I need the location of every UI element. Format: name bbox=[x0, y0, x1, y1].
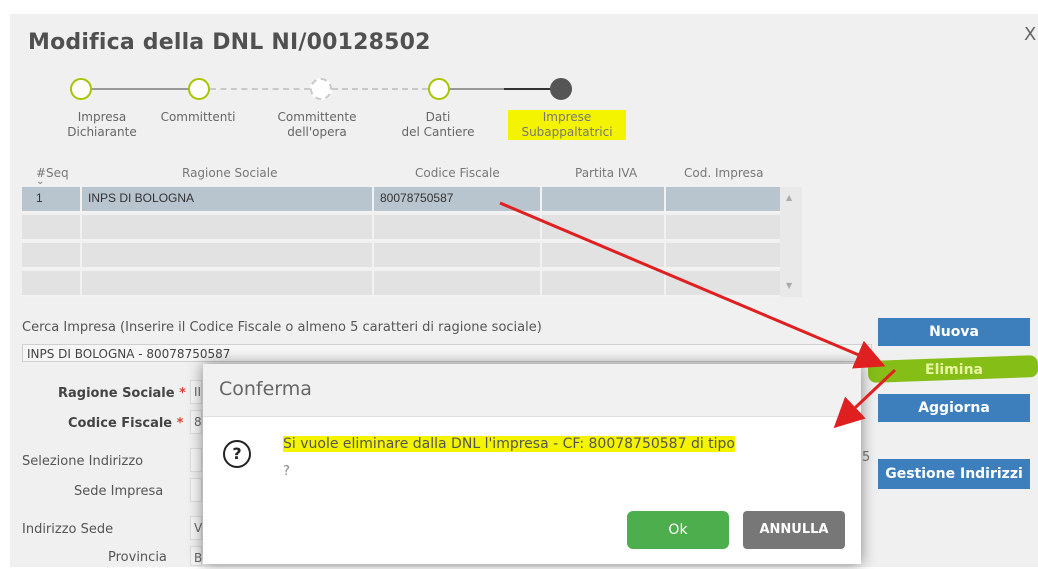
screenshot-frame: Modifica della DNL NI/00128502 X Impresa… bbox=[0, 0, 1038, 567]
arrow-elimina-to-dialog bbox=[833, 368, 897, 429]
arrow-row-to-elimina bbox=[499, 201, 886, 369]
annotation-arrows bbox=[499, 201, 897, 429]
